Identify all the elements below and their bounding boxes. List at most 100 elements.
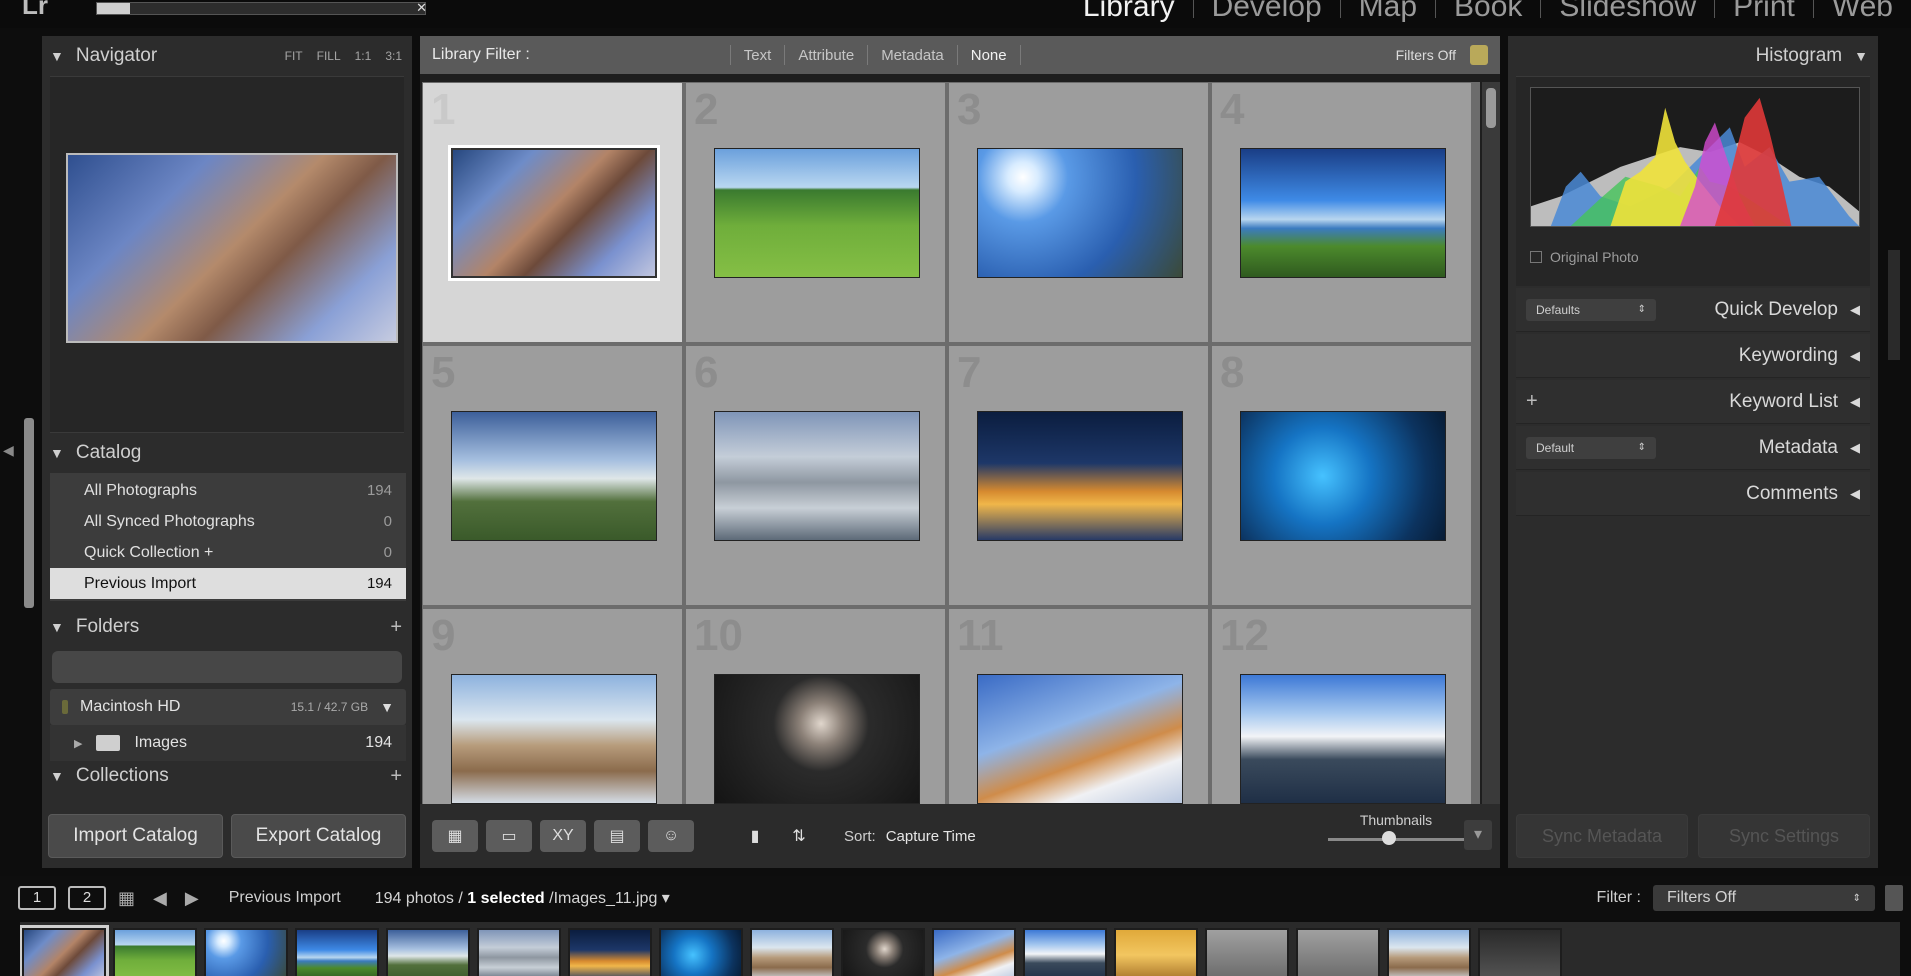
folders-header[interactable]: ▼ Folders + <box>42 607 412 647</box>
add-collection-icon[interactable]: + <box>390 765 402 788</box>
module-web[interactable]: Web <box>1814 0 1911 24</box>
secondary-display-button[interactable]: 2 <box>68 886 106 910</box>
expand-triangle-icon[interactable]: ▶ <box>74 737 82 750</box>
photo-thumbnail[interactable] <box>1240 411 1446 541</box>
survey-view-icon[interactable]: ▤ <box>594 820 640 852</box>
volume-dropdown-icon[interactable]: ▼ <box>380 699 394 715</box>
filmstrip-thumbnail[interactable] <box>113 928 197 976</box>
zoom-1-1[interactable]: 1:1 <box>355 49 372 63</box>
filmstrip-thumbnail[interactable] <box>568 928 652 976</box>
add-keyword-icon[interactable]: + <box>1526 390 1538 413</box>
photo-thumbnail[interactable] <box>714 148 920 278</box>
module-develop[interactable]: Develop <box>1194 0 1340 24</box>
histogram-chart[interactable] <box>1530 87 1860 227</box>
grid-cell[interactable]: 8 <box>1211 345 1472 606</box>
grid-scroll-thumb[interactable] <box>1486 88 1496 128</box>
import-catalog-button[interactable]: Import Catalog <box>48 814 223 858</box>
people-view-icon[interactable]: ☺ <box>648 820 694 852</box>
right-panel-edge[interactable] <box>1888 250 1900 360</box>
lock-icon[interactable] <box>1470 45 1488 65</box>
navigator-header[interactable]: ▼ Navigator FIT FILL 1:1 3:1 <box>42 36 412 76</box>
source-dropdown-icon[interactable]: ▾ <box>662 890 670 907</box>
back-arrow-icon[interactable]: ◀ <box>153 888 167 909</box>
collections-header[interactable]: ▼ Collections + <box>42 761 412 791</box>
filmstrip-toggle-icon[interactable] <box>1885 885 1903 911</box>
sync-metadata-button[interactable]: Sync Metadata <box>1516 814 1688 858</box>
grid-cell[interactable]: 1 <box>422 82 683 343</box>
histogram-header[interactable]: Histogram ▼ <box>1508 36 1878 76</box>
folder-search-input[interactable] <box>52 651 402 683</box>
grid-cell[interactable]: 7 <box>948 345 1209 606</box>
filmstrip-thumbnail[interactable] <box>295 928 379 976</box>
forward-arrow-icon[interactable]: ▶ <box>185 888 199 909</box>
module-print[interactable]: Print <box>1715 0 1813 24</box>
catalog-item-all-synced[interactable]: All Synced Photographs 0 <box>50 506 406 537</box>
filter-tab-none[interactable]: None <box>958 47 1020 64</box>
photo-thumbnail[interactable] <box>714 411 920 541</box>
sort-direction-icon[interactable]: ⇅ <box>776 820 822 852</box>
module-map[interactable]: Map <box>1341 0 1435 24</box>
metadata-header[interactable]: Default ⇕ Metadata ◀ <box>1516 426 1870 470</box>
filmstrip-photo-count[interactable]: 194 photos / 1 selected /Images_11.jpg ▾ <box>375 888 670 908</box>
photo-thumbnail[interactable] <box>977 411 1183 541</box>
collapse-triangle-icon[interactable]: ▼ <box>50 619 64 635</box>
original-photo-checkbox[interactable] <box>1530 251 1542 263</box>
export-catalog-button[interactable]: Export Catalog <box>231 814 406 858</box>
zoom-3-1[interactable]: 3:1 <box>385 49 402 63</box>
module-book[interactable]: Book <box>1436 0 1540 24</box>
folder-item-images[interactable]: ▶ Images 194 <box>50 725 406 761</box>
original-photo-option[interactable]: Original Photo <box>1530 249 1639 265</box>
quick-develop-header[interactable]: Defaults ⇕ Quick Develop ◀ <box>1516 288 1870 332</box>
zoom-fill[interactable]: FILL <box>317 49 341 63</box>
thumbnail-size-knob[interactable] <box>1382 831 1397 845</box>
filters-off-status[interactable]: Filters Off <box>1396 47 1456 63</box>
filmstrip-thumbnail[interactable] <box>386 928 470 976</box>
grid-view-icon[interactable]: ▦ <box>432 820 478 852</box>
compare-view-icon[interactable]: XY <box>540 820 586 852</box>
grid-view-icon[interactable]: ▦ <box>118 888 135 909</box>
loupe-view-icon[interactable]: ▭ <box>486 820 532 852</box>
collapse-triangle-icon[interactable]: ▼ <box>1854 48 1868 64</box>
grid-cell[interactable]: 5 <box>422 345 683 606</box>
filter-tab-attribute[interactable]: Attribute <box>785 47 867 64</box>
filmstrip-thumbnail[interactable] <box>20 925 109 976</box>
expand-arrow-icon[interactable]: ◀ <box>1850 394 1860 410</box>
expand-arrow-icon[interactable]: ◀ <box>1850 302 1860 318</box>
photo-thumbnail[interactable] <box>451 411 657 541</box>
add-folder-icon[interactable]: + <box>390 616 402 639</box>
catalog-item-all-photographs[interactable]: All Photographs 194 <box>50 475 406 506</box>
navigator-preview-image[interactable] <box>66 153 398 343</box>
grid-cell[interactable]: 3 <box>948 82 1209 343</box>
filter-tab-metadata[interactable]: Metadata <box>868 47 957 64</box>
photo-thumbnail[interactable] <box>1240 148 1446 278</box>
grid-cell[interactable]: 4 <box>1211 82 1472 343</box>
photo-thumbnail[interactable] <box>977 674 1183 804</box>
collapse-triangle-icon[interactable]: ▼ <box>50 768 64 784</box>
filmstrip-thumbnail[interactable] <box>1478 928 1562 976</box>
photo-thumbnail[interactable] <box>448 145 660 281</box>
filmstrip-filter-select[interactable]: Filters Off ⇕ <box>1653 885 1875 911</box>
keyword-list-header[interactable]: + Keyword List ◀ <box>1516 380 1870 424</box>
painter-icon[interactable]: ▮ <box>742 820 768 852</box>
comments-header[interactable]: Comments ◀ <box>1516 472 1870 516</box>
cancel-progress-icon[interactable]: ✕ <box>416 0 427 16</box>
zoom-fit[interactable]: FIT <box>285 49 303 63</box>
filmstrip-thumbnail[interactable] <box>1387 928 1471 976</box>
thumbnail-size-slider[interactable] <box>1328 831 1464 845</box>
catalog-header[interactable]: ▼ Catalog <box>42 433 412 473</box>
filmstrip-source[interactable]: Previous Import <box>229 889 341 907</box>
filmstrip-thumbnail[interactable] <box>1023 928 1107 976</box>
grid-cell[interactable]: 6 <box>685 345 946 606</box>
navigator-preview[interactable] <box>50 76 404 433</box>
module-library[interactable]: Library <box>1065 0 1193 24</box>
filmstrip-thumbnail[interactable] <box>1205 928 1289 976</box>
sync-settings-button[interactable]: Sync Settings <box>1698 814 1870 858</box>
left-panel-scrollbar[interactable] <box>24 418 34 608</box>
keywording-header[interactable]: Keywording ◀ <box>1516 334 1870 378</box>
filmstrip-thumbnail[interactable] <box>1114 928 1198 976</box>
photo-thumbnail[interactable] <box>977 148 1183 278</box>
photo-thumbnail[interactable] <box>451 674 657 804</box>
filmstrip-thumbnail[interactable] <box>750 928 834 976</box>
filmstrip-thumbnail[interactable] <box>841 928 925 976</box>
catalog-item-previous-import[interactable]: Previous Import 194 <box>50 568 406 599</box>
